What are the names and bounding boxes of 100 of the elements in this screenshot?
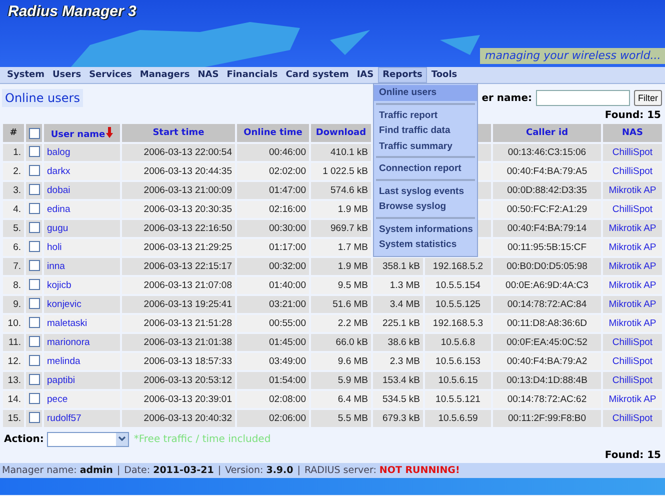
dropdown-item[interactable]: Traffic report: [374, 108, 477, 123]
menu-item[interactable]: NAS: [194, 67, 223, 83]
user-name-link[interactable]: marionora: [44, 334, 120, 351]
user-name-link[interactable]: darkx: [44, 163, 120, 180]
row-checkbox[interactable]: [28, 146, 40, 158]
menu-item[interactable]: System: [3, 67, 48, 83]
table-cell: 51.6 MB: [311, 296, 371, 313]
row-checkbox[interactable]: [28, 298, 40, 310]
dropdown-item[interactable]: Browse syslog: [374, 199, 477, 214]
user-name-link[interactable]: balog: [44, 144, 120, 161]
row-checkbox[interactable]: [28, 241, 40, 252]
column-header[interactable]: User name: [44, 124, 120, 142]
user-name-link[interactable]: gugu: [44, 220, 120, 237]
user-name-link[interactable]: paptibi: [44, 372, 120, 389]
table-cell: 00:B0:D0:D5:05:98: [493, 258, 601, 275]
column-header[interactable]: Online time: [237, 124, 309, 142]
table-cell: 01:45:00: [237, 334, 309, 351]
dropdown-item[interactable]: Find traffic data: [374, 123, 477, 138]
separator: |: [218, 465, 222, 476]
table-cell: 1.9 MB: [311, 201, 371, 218]
nas-link[interactable]: ChilliSpot: [603, 372, 662, 389]
nas-link[interactable]: ChilliSpot: [603, 334, 662, 351]
nas-link[interactable]: ChilliSpot: [603, 144, 662, 161]
menu-item[interactable]: Users: [48, 67, 86, 83]
status-value: NOT RUNNING!: [379, 465, 460, 476]
nas-link[interactable]: Mikrotik AP: [603, 182, 662, 199]
menu-item[interactable]: Tools: [427, 67, 462, 83]
menu-item[interactable]: Services: [85, 67, 136, 83]
nas-link[interactable]: ChilliSpot: [603, 163, 662, 180]
row-checkbox[interactable]: [28, 165, 40, 176]
row-checkbox[interactable]: [28, 336, 40, 348]
status-value: 3.9.0: [266, 465, 294, 476]
column-header[interactable]: Download: [311, 124, 371, 142]
menu-item[interactable]: Card system: [282, 67, 353, 83]
user-name-link[interactable]: dobai: [44, 182, 120, 199]
table-cell: 6.4 MB: [311, 391, 371, 408]
menu-item[interactable]: Managers: [136, 67, 194, 83]
table-cell: 00:30:00: [237, 220, 309, 237]
table-cell: 10.5.6.8: [425, 334, 491, 351]
user-name-field[interactable]: [536, 90, 630, 106]
menu-item[interactable]: Financials: [222, 67, 282, 83]
found-count: Found: 15: [604, 450, 661, 461]
dropdown-item[interactable]: Traffic summary: [374, 138, 477, 154]
table-cell: 2006-03-13 20:30:35: [122, 201, 235, 218]
dropdown-item[interactable]: Online users: [374, 85, 477, 100]
user-name-link[interactable]: edina: [44, 201, 120, 218]
user-name-link[interactable]: pece: [44, 391, 120, 408]
row-checkbox[interactable]: [28, 203, 40, 214]
table-cell: 00:11:D8:A8:36:6D: [493, 315, 601, 332]
row-number: 14.: [3, 391, 24, 408]
menu-item[interactable]: Reports: [378, 67, 428, 83]
dropdown-item[interactable]: System informations: [374, 222, 477, 237]
row-number: 10.: [3, 315, 24, 332]
user-name-link[interactable]: inna: [44, 258, 120, 275]
nas-link[interactable]: Mikrotik AP: [603, 239, 662, 256]
dropdown-item[interactable]: System statistics: [374, 237, 477, 252]
row-checkbox[interactable]: [28, 317, 40, 328]
column-header[interactable]: Start time: [122, 124, 235, 142]
nas-link[interactable]: Mikrotik AP: [603, 277, 662, 294]
row-checkbox[interactable]: [28, 393, 40, 404]
table-cell: 2.3 MB: [373, 353, 423, 370]
row-checkbox[interactable]: [28, 260, 40, 272]
row-checkbox[interactable]: [28, 222, 40, 234]
table-cell: 1.7 MB: [311, 239, 371, 256]
row-checkbox[interactable]: [28, 355, 40, 366]
table-cell: 00:14:78:72:AC:62: [493, 391, 601, 408]
tagline: managing your wireless world...: [480, 48, 665, 64]
user-name-link[interactable]: kojicb: [44, 277, 120, 294]
table-cell: 9.6 MB: [311, 353, 371, 370]
nas-link[interactable]: Mikrotik AP: [603, 296, 662, 313]
dropdown-item[interactable]: Last syslog events: [374, 184, 477, 199]
filter-button[interactable]: Filter: [634, 90, 662, 106]
nas-link[interactable]: Mikrotik AP: [603, 391, 662, 408]
user-name-link[interactable]: rudolf57: [44, 410, 120, 427]
row-checkbox[interactable]: [28, 279, 40, 290]
row-checkbox[interactable]: [28, 184, 40, 196]
row-number: 1.: [3, 144, 24, 161]
action-dropdown[interactable]: [46, 432, 129, 446]
row-number: 3.: [3, 182, 24, 199]
free-traffic-note: *Free traffic / time included: [134, 434, 271, 444]
select-all-checkbox[interactable]: [28, 128, 40, 138]
table-cell: 2006-03-13 22:16:50: [122, 220, 235, 237]
table-cell: 01:54:00: [237, 372, 309, 389]
nas-link[interactable]: Mikrotik AP: [603, 315, 662, 332]
user-name-link[interactable]: maletaski: [44, 315, 120, 332]
nas-link[interactable]: Mikrotik AP: [603, 220, 662, 237]
menu-item[interactable]: IAS: [352, 67, 378, 83]
dropdown-item[interactable]: Connection report: [374, 161, 477, 176]
nas-link[interactable]: ChilliSpot: [603, 410, 662, 427]
row-checkbox[interactable]: [28, 374, 40, 386]
column-header[interactable]: NAS: [603, 124, 662, 142]
nas-link[interactable]: ChilliSpot: [603, 201, 662, 218]
column-header[interactable]: Caller id: [493, 124, 601, 142]
row-checkbox[interactable]: [28, 412, 40, 424]
user-name-link[interactable]: holi: [44, 239, 120, 256]
nas-link[interactable]: Mikrotik AP: [603, 258, 662, 275]
nas-link[interactable]: ChilliSpot: [603, 353, 662, 370]
table-cell: 3.4 MB: [373, 296, 423, 313]
user-name-link[interactable]: konjevic: [44, 296, 120, 313]
user-name-link[interactable]: melinda: [44, 353, 120, 370]
